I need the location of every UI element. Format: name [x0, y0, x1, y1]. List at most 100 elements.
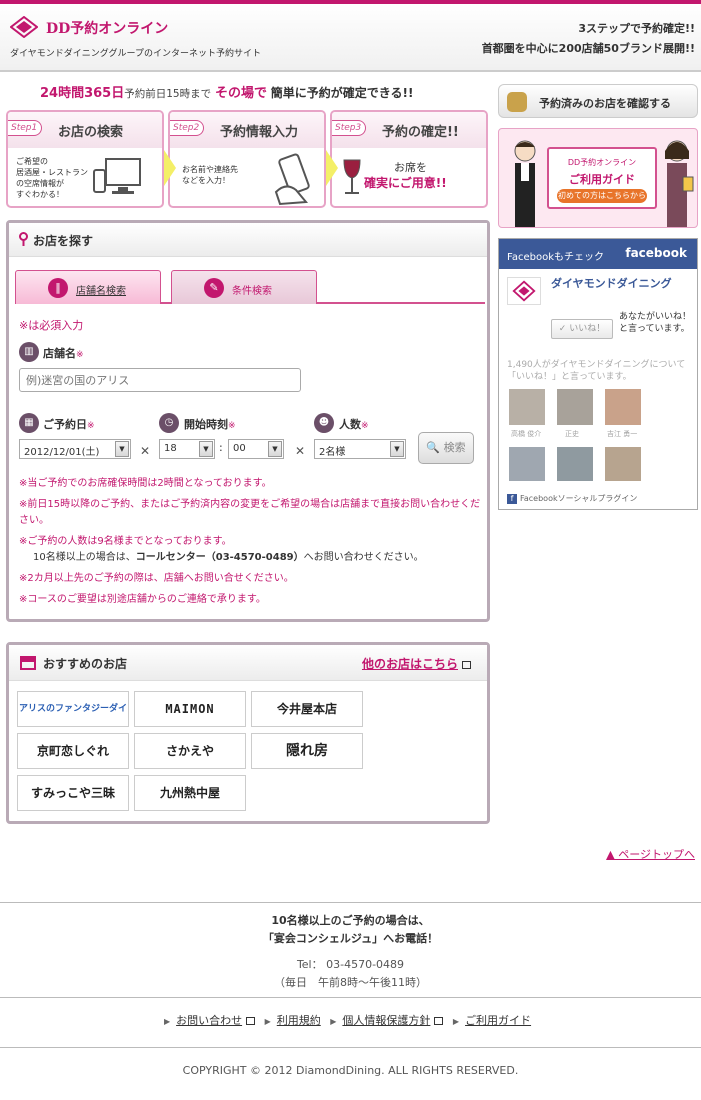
- brand-kyomachi[interactable]: 京町恋しぐれ: [17, 733, 129, 769]
- fan-avatar[interactable]: [605, 447, 641, 481]
- footer-link-privacy[interactable]: 個人情報保護方針: [342, 1014, 444, 1027]
- fan-avatar[interactable]: [509, 447, 545, 481]
- note-two-months: ※2カ月以上先のご予約の際は、店舗へお問い合せください。: [19, 573, 294, 584]
- date-select[interactable]: 2012/12/01(土) ▼: [19, 439, 131, 459]
- step-3-title: 予約の確定!!: [382, 125, 459, 140]
- fan-name: 吉江 勇一: [607, 430, 638, 438]
- ticket-icon: [507, 92, 527, 112]
- chevron-down-icon: ▼: [390, 441, 404, 457]
- headline-24h: 24時間365日: [40, 86, 125, 101]
- guide-start-button[interactable]: 初めての方はこちらから: [557, 189, 647, 203]
- diamond-logo-icon[interactable]: [10, 16, 38, 38]
- fan-avatar[interactable]: [509, 389, 545, 425]
- chevron-down-icon: ▼: [268, 441, 282, 457]
- times-icon: ✕: [295, 444, 306, 458]
- step-1-title: お店の検索: [58, 125, 124, 140]
- copyright: COPYRIGHT © 2012 DiamondDining. ALL RIGH…: [182, 1064, 519, 1077]
- more-shops-link[interactable]: 他のお店はこちら: [362, 655, 471, 672]
- facebook-widget: Facebookもチェック facebook ダイヤモンドダイニング ✓ いいね…: [498, 238, 698, 510]
- search-panel: お店を探す ‖ 店舗名検索 ✎ 条件検索 ※は必須入力 ▥ 店舗名※ ▦ ご予約…: [6, 220, 490, 622]
- note-seat-time: ※当ご予約でのお席確保時間は2時間となっております。: [19, 478, 272, 489]
- note-call-center: 10名様以上の場合は、コールセンター（03-4570-0489）へお問い合わせく…: [33, 552, 424, 563]
- footer-links: ▶ お問い合わせ ▶ 利用規約 ▶ 個人情報保護方針 ▶ ご利用ガイド: [163, 1014, 532, 1027]
- people-select[interactable]: 2名様 ▼: [314, 439, 406, 459]
- hour-select[interactable]: 18 ▼: [159, 439, 215, 459]
- times-icon: ✕: [140, 444, 151, 458]
- brand-kyushu-necchuya[interactable]: 九州熱中屋: [134, 775, 246, 811]
- map-pin-icon: [19, 232, 28, 246]
- footer-link-contact[interactable]: お問い合わせ: [176, 1014, 256, 1027]
- user-guide-banner[interactable]: DD予約オンライン ご利用ガイド 初めての方はこちらから: [498, 128, 698, 228]
- tab-condition-label: 条件検索: [232, 286, 272, 297]
- recommend-panel: おすすめのお店 他のお店はこちら アリスのファンタジーダイニング MAIMON …: [6, 642, 490, 824]
- tab-shop-name-search[interactable]: ‖ 店舗名検索: [15, 270, 161, 304]
- fan-name: 高橋 俊介: [511, 430, 542, 438]
- brand-sumikkoya[interactable]: すみっこや三昧: [17, 775, 129, 811]
- people-label: 人数※: [339, 418, 369, 431]
- time-colon: :: [219, 441, 223, 454]
- brand-imaiya[interactable]: 今井屋本店: [251, 691, 363, 727]
- fan-avatar[interactable]: [557, 447, 593, 481]
- site-header: DD予約オンライン ダイヤモンドダイニンググループのインターネット予約サイト 3…: [0, 0, 701, 72]
- search-tabs: ‖ 店舗名検索 ✎ 条件検索: [15, 270, 485, 304]
- storefront-icon: [20, 656, 36, 670]
- footer-link-guide[interactable]: ご利用ガイド: [465, 1014, 531, 1027]
- search-panel-header: お店を探す: [9, 223, 487, 257]
- date-label: ご予約日※: [43, 418, 95, 431]
- smartphone-hand-icon: [274, 153, 310, 206]
- time-label: 開始時刻※: [184, 418, 236, 431]
- search-panel-title: お店を探す: [33, 234, 94, 248]
- footer-message-1: 10名様以上のご予約の場合は、: [271, 914, 430, 927]
- required-note: ※は必須入力: [19, 319, 84, 332]
- headline-onthespot: その場で: [214, 86, 267, 101]
- pen-icon: ✎: [204, 278, 224, 298]
- confirm-reservation-button[interactable]: 予約済みのお店を確認する: [498, 84, 698, 118]
- clock-icon: ◷: [159, 413, 179, 433]
- footer-divider: [0, 997, 701, 998]
- chevron-down-icon: ▼: [115, 441, 129, 457]
- person-icon: ☻: [314, 413, 334, 433]
- waitress-illustration: [665, 140, 694, 227]
- brand-sakaeya[interactable]: さかえや: [134, 733, 246, 769]
- minute-select[interactable]: 00 ▼: [228, 439, 284, 459]
- external-window-icon: [462, 660, 471, 669]
- header-tagline-1: 3ステップで予約確定!!: [578, 22, 695, 35]
- brand-kakurebou[interactable]: 隠れ房: [251, 733, 363, 769]
- recommend-panel-header: おすすめのお店 他のお店はこちら: [9, 645, 487, 681]
- facebook-like-button[interactable]: ✓ いいね！: [551, 319, 613, 339]
- footer-link-terms[interactable]: 利用規約: [277, 1014, 321, 1027]
- computer-icon: [93, 158, 141, 194]
- brand-maimon[interactable]: MAIMON: [134, 691, 246, 727]
- footer-divider: [0, 1047, 701, 1048]
- footer-message-2: 「宴会コンシェルジュ」へお電話！: [262, 932, 439, 945]
- tab-shop-name-label: 店舗名検索: [76, 286, 126, 297]
- brand-alice[interactable]: アリスのファンタジーダイニング: [17, 691, 129, 727]
- footer-hours: （毎日 午前8時～午後11時）: [274, 976, 427, 989]
- facebook-plugin-label[interactable]: f Facebookソーシャルプラグイン: [507, 493, 637, 504]
- header-tagline-2: 首都圏を中心に200店舗50ブランド展開!!: [481, 42, 695, 55]
- step-1-tag: Step1: [8, 120, 43, 136]
- step-2-tag: Step2: [170, 120, 205, 136]
- guide-book: DD予約オンライン ご利用ガイド 初めての方はこちらから: [547, 147, 657, 209]
- footer-tel: Tel： 03-4570-0489: [296, 958, 405, 971]
- tab-condition-search[interactable]: ✎ 条件検索: [171, 270, 317, 304]
- search-button[interactable]: 🔍 検索: [418, 432, 474, 464]
- fan-avatar[interactable]: [605, 389, 641, 425]
- headline-easy: 簡単に予約が確定できる!!: [270, 86, 414, 100]
- site-logo-text[interactable]: DD予約オンライン: [46, 18, 168, 38]
- facebook-widget-header: Facebookもチェック facebook: [499, 239, 697, 269]
- footer-divider: [0, 902, 701, 903]
- fan-avatar[interactable]: [557, 389, 593, 425]
- wine-glass-icon: [343, 159, 361, 194]
- headline-deadline: 予約前日15時まで: [124, 88, 212, 100]
- facebook-page-name[interactable]: ダイヤモンドダイニング: [551, 277, 691, 290]
- facebook-logo[interactable]: facebook: [625, 246, 687, 260]
- shop-name-input[interactable]: [19, 368, 301, 392]
- fork-knife-icon: ‖: [48, 278, 68, 298]
- diamond-dining-logo-icon[interactable]: [507, 277, 541, 305]
- page-top-link[interactable]: ▲ ページトップへ: [606, 846, 695, 862]
- facebook-icon: f: [507, 494, 517, 504]
- note-max-people: ※ご予約の人数は9名様までとなっております。: [19, 536, 232, 547]
- note-course: ※コースのご要望は別途店舗からのご連絡で承ります。: [19, 594, 266, 605]
- facebook-like-count: 1,490人がダイヤモンドダイニングについて「いいね！」と言っています。: [507, 360, 686, 382]
